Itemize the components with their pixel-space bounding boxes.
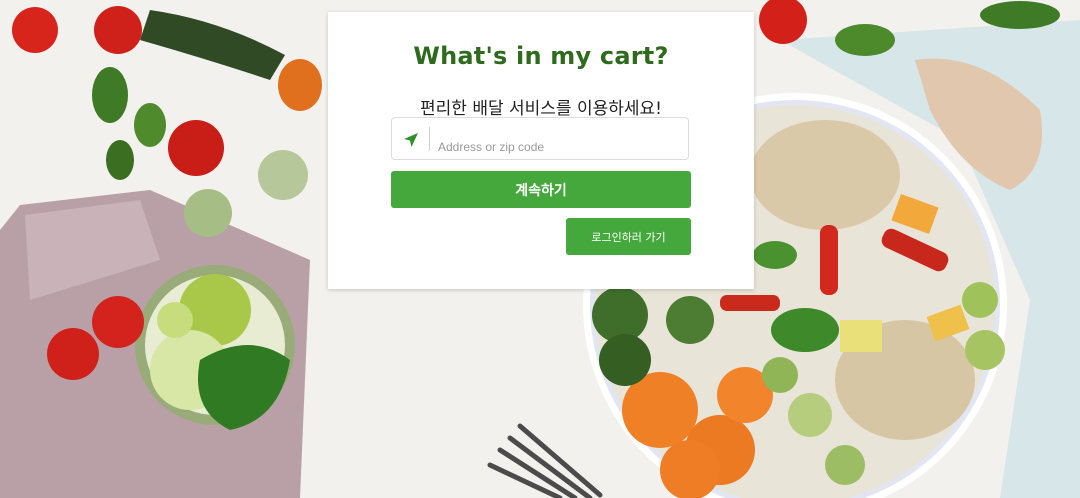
continue-button[interactable]: 계속하기	[391, 171, 691, 208]
address-input[interactable]	[438, 118, 678, 167]
input-divider	[429, 127, 430, 151]
location-arrow-icon[interactable]	[402, 131, 420, 149]
delivery-card: What's in my cart? 편리한 배달 서비스를 이용하세요! 계속…	[328, 12, 754, 289]
address-search-box[interactable]	[391, 117, 689, 167]
go-to-login-button[interactable]: 로그인하러 가기	[566, 218, 691, 255]
card-title: What's in my cart?	[413, 42, 669, 70]
card-subtitle: 편리한 배달 서비스를 이용하세요!	[420, 99, 662, 119]
